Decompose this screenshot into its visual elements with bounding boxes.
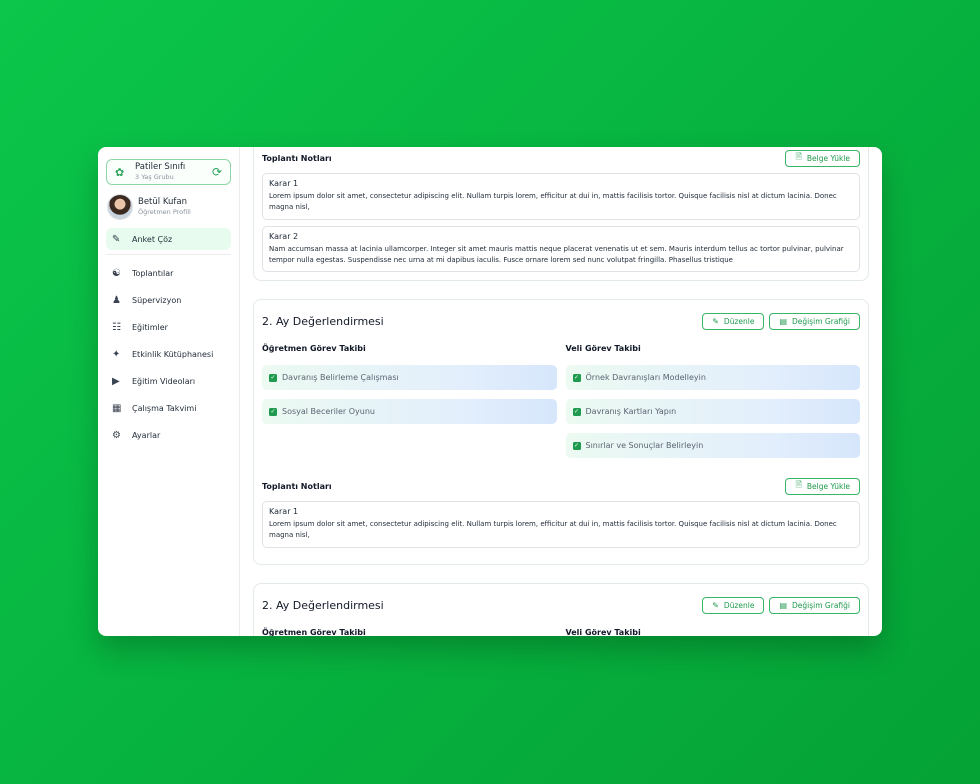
sidebar-item-anket-coz[interactable]: ✎ Anket Çöz bbox=[106, 228, 231, 250]
task-item[interactable]: ✓ Davranış Belirleme Çalışması bbox=[262, 365, 557, 390]
document-icon: 🗎 bbox=[795, 480, 802, 489]
app-window: ✿ Patiler Sınıfı 3 Yaş Grubu ⟳ Betül Kuf… bbox=[98, 147, 882, 636]
sidebar-item-egitim-videolari[interactable]: ▶ Eğitim Videoları bbox=[106, 370, 231, 392]
sidebar: ✿ Patiler Sınıfı 3 Yaş Grubu ⟳ Betül Kuf… bbox=[98, 147, 240, 636]
sidebar-item-label: Süpervizyon bbox=[132, 295, 182, 305]
sidebar-divider bbox=[106, 254, 231, 255]
checkbox-checked-icon[interactable]: ✓ bbox=[269, 407, 277, 416]
evaluation-card: 2. Ay Değerlendirmesi ✎ Düzenle ▤ Değişi… bbox=[253, 299, 869, 565]
sidebar-item-label: Etkinlik Kütüphanesi bbox=[132, 349, 214, 359]
avatar bbox=[107, 194, 133, 220]
sidebar-item-label: Çalışma Takvimi bbox=[132, 403, 197, 413]
badge-icon: ✦ bbox=[112, 348, 121, 360]
parent-task-column: Veli Görev Takibi ✓ Örnek Davranışları M… bbox=[565, 344, 860, 458]
user-profile[interactable]: Betül Kufan Öğretmen Profili bbox=[106, 194, 231, 220]
sidebar-item-label: Eğitimler bbox=[132, 322, 168, 332]
parent-task-title: Veli Görev Takibi bbox=[565, 628, 641, 636]
edit-button[interactable]: ✎ Düzenle bbox=[702, 312, 765, 330]
chart-icon: ▤ bbox=[779, 600, 788, 610]
clipboard-edit-icon: ✎ bbox=[112, 233, 121, 245]
pencil-icon: ✎ bbox=[712, 600, 719, 610]
task-item[interactable]: ✓ Sosyal Beceriler Oyunu bbox=[262, 399, 557, 424]
evaluation-title: 2. Ay Değerlendirmesi bbox=[262, 598, 384, 612]
checkbox-checked-icon[interactable]: ✓ bbox=[572, 373, 581, 382]
sidebar-item-egitimler[interactable]: ☷ Eğitimler bbox=[106, 316, 231, 338]
profile-role: Öğretmen Profili bbox=[138, 208, 191, 217]
edit-button[interactable]: ✎ Düzenle bbox=[702, 596, 765, 614]
note-card: Karar 1 Lorem ipsum dolor sit amet, cons… bbox=[262, 501, 860, 548]
change-chart-button[interactable]: ▤ Değişim Grafiği bbox=[769, 596, 860, 614]
note-body: Nam accumsan massa at lacinia ullamcorpe… bbox=[269, 244, 844, 264]
video-icon: ▶ bbox=[112, 375, 120, 387]
task-item[interactable]: ✓ Örnek Davranışları Modelleyin bbox=[565, 365, 860, 390]
calendar-icon: ▦ bbox=[112, 402, 122, 414]
sidebar-item-toplantilar[interactable]: ☯ Toplantılar bbox=[106, 262, 231, 284]
sidebar-item-label: Eğitim Videoları bbox=[132, 376, 196, 386]
sidebar-item-label: Ayarlar bbox=[132, 430, 161, 440]
class-name: Patiler Sınıfı bbox=[135, 162, 186, 173]
teacher-task-title: Öğretmen Görev Takibi bbox=[262, 628, 366, 636]
sidebar-item-label: Anket Çöz bbox=[132, 234, 173, 244]
note-card: Karar 1 Lorem ipsum dolor sit amet, cons… bbox=[262, 173, 860, 220]
note-title: Karar 1 bbox=[269, 507, 299, 516]
sidebar-item-calisma-takvimi[interactable]: ▦ Çalışma Takvimi bbox=[106, 397, 231, 419]
notes-title: Toplantı Notları bbox=[262, 153, 332, 163]
paw-icon: ✿ bbox=[115, 165, 125, 179]
notes-title: Toplantı Notları bbox=[262, 481, 332, 491]
chart-icon: ▤ bbox=[779, 316, 788, 326]
pencil-icon: ✎ bbox=[712, 316, 719, 326]
upload-document-button[interactable]: 🗎 Belge Yükle bbox=[785, 477, 860, 495]
task-item[interactable]: ✓ Sınırlar ve Sonuçlar Belirleyin bbox=[565, 433, 860, 458]
upload-document-button[interactable]: 🗎 Belge Yükle bbox=[785, 149, 860, 167]
class-group: 3 Yaş Grubu bbox=[135, 173, 174, 182]
sidebar-item-supervizyon[interactable]: ♟ Süpervizyon bbox=[106, 289, 231, 311]
sidebar-item-label: Toplantılar bbox=[132, 268, 174, 278]
profile-name: Betül Kufan bbox=[138, 196, 187, 207]
checkbox-checked-icon[interactable]: ✓ bbox=[269, 373, 277, 382]
change-chart-button[interactable]: ▤ Değişim Grafiği bbox=[769, 312, 860, 330]
sidebar-item-etkinlik-kutuphanesi[interactable]: ✦ Etkinlik Kütüphanesi bbox=[106, 343, 231, 365]
note-body: Lorem ipsum dolor sit amet, consectetur … bbox=[269, 520, 837, 539]
note-body: Lorem ipsum dolor sit amet, consectetur … bbox=[269, 192, 837, 211]
sidebar-item-ayarlar[interactable]: ⚙ Ayarlar bbox=[106, 424, 231, 446]
parent-task-title: Veli Görev Takibi bbox=[565, 344, 641, 353]
task-item[interactable]: ✓ Davranış Kartları Yapın bbox=[565, 399, 860, 424]
checkbox-checked-icon[interactable]: ✓ bbox=[572, 441, 581, 450]
class-selector[interactable]: ✿ Patiler Sınıfı 3 Yaş Grubu ⟳ bbox=[106, 159, 231, 185]
user-group-icon: ♟ bbox=[112, 294, 121, 306]
sync-icon[interactable]: ⟳ bbox=[212, 165, 222, 179]
evaluation-card: 2. Ay Değerlendirmesi ✎ Düzenle ▤ Değişi… bbox=[253, 583, 869, 636]
note-card: Karar 2 Nam accumsan massa at lacinia ul… bbox=[262, 225, 860, 273]
checkbox-checked-icon[interactable]: ✓ bbox=[572, 407, 581, 416]
users-icon: ☯ bbox=[112, 267, 121, 279]
teacher-task-column: Öğretmen Görev Takibi ✓ Davranış Belirle… bbox=[262, 344, 557, 458]
notes-card-top: Toplantı Notları 🗎 Belge Yükle Karar 1 L… bbox=[253, 147, 869, 281]
document-icon: 🗎 bbox=[795, 152, 802, 161]
note-title: Karar 1 bbox=[269, 179, 299, 188]
note-title: Karar 2 bbox=[269, 231, 299, 241]
main-content[interactable]: Toplantı Notları 🗎 Belge Yükle Karar 1 L… bbox=[240, 147, 882, 636]
gear-icon: ⚙ bbox=[112, 429, 121, 441]
clipboard-icon: ☷ bbox=[112, 321, 121, 333]
evaluation-title: 2. Ay Değerlendirmesi bbox=[262, 314, 384, 328]
teacher-task-title: Öğretmen Görev Takibi bbox=[262, 344, 366, 353]
